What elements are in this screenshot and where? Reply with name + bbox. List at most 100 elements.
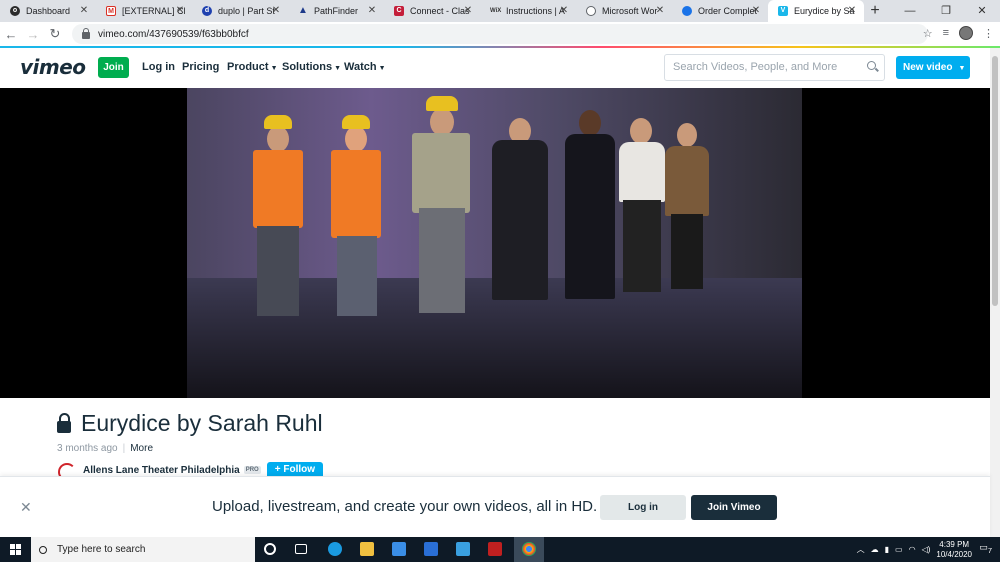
bookmark-star-icon[interactable]: ☆: [923, 27, 933, 40]
safety-vest: [331, 150, 381, 238]
notification-icon[interactable]: ▭7: [979, 542, 992, 555]
chrome-icon: [522, 542, 536, 556]
tab-dashboard[interactable]: o Dashboard ✕: [0, 0, 96, 22]
actor-legs: [623, 200, 661, 292]
mail-icon[interactable]: [424, 542, 438, 556]
battery-icon[interactable]: ▭: [895, 545, 903, 554]
chevron-down-icon: ▼: [378, 65, 386, 72]
page-scrollbar[interactable]: [990, 48, 1000, 537]
close-tab-icon[interactable]: ✕: [462, 5, 474, 16]
system-tray: ︿ ☁ ▮ ▭ ◠ ◁) 4:39 PM 10/4/2020: [857, 537, 972, 562]
search-input[interactable]: Search Videos, People, and More: [664, 54, 885, 81]
close-tab-icon[interactable]: ✕: [270, 5, 282, 16]
tab-microsoft-word[interactable]: Microsoft Wor ✕: [576, 0, 672, 22]
banner-login-button[interactable]: Log in: [600, 495, 686, 520]
file-explorer-icon[interactable]: [360, 542, 374, 556]
close-window-icon[interactable]: ✕: [964, 0, 1000, 22]
forward-icon[interactable]: →: [22, 27, 44, 42]
video-info: Eurydice by Sarah Ruhl 3 months ago | More…: [0, 398, 990, 481]
tab-order-complete[interactable]: Order Complet ✕: [672, 0, 768, 22]
divider: |: [122, 443, 126, 454]
wifi-icon[interactable]: ◠: [909, 545, 916, 554]
scrollbar-thumb[interactable]: [992, 56, 998, 306]
cortana-icon[interactable]: [264, 543, 276, 555]
close-tab-icon[interactable]: ✕: [654, 5, 666, 16]
url-input[interactable]: vimeo.com/437690539/f63bb0bfcf: [72, 24, 928, 44]
task-view-icon[interactable]: [295, 544, 307, 554]
banner-message: Upload, livestream, and create your own …: [212, 498, 598, 515]
media-control-icon[interactable]: ≡: [943, 27, 949, 39]
product-menu[interactable]: Product ▼: [227, 61, 278, 73]
gmail-icon: M: [106, 6, 116, 16]
search-icon[interactable]: [867, 61, 876, 70]
actor-legs: [337, 236, 377, 316]
actor-head: [267, 126, 289, 152]
vimeo-icon: V: [778, 6, 788, 16]
close-tab-icon[interactable]: ✕: [558, 5, 570, 16]
safety-vest: [253, 150, 303, 228]
actor-legs: [671, 214, 703, 289]
vimeo-logo[interactable]: vimeo: [20, 55, 86, 79]
close-tab-icon[interactable]: ✕: [366, 5, 378, 16]
video-frame: [187, 88, 802, 398]
taskbar-search-input[interactable]: Type here to search: [31, 537, 255, 562]
app-l-icon[interactable]: [456, 542, 470, 556]
actor-head: [430, 108, 454, 136]
signup-banner: ✕ Upload, livestream, and create your ow…: [0, 476, 990, 537]
login-link[interactable]: Log in: [142, 61, 175, 73]
restore-icon[interactable]: ❐: [928, 0, 964, 22]
tab-external[interactable]: M [EXTERNAL] Cl ✕: [96, 0, 192, 22]
tab-duplo[interactable]: d duplo | Part St ✕: [192, 0, 288, 22]
close-tab-icon[interactable]: ✕: [846, 5, 858, 16]
chevron-up-icon[interactable]: ︿: [857, 544, 865, 555]
join-button[interactable]: Join: [98, 57, 129, 78]
clock[interactable]: 4:39 PM 10/4/2020: [936, 540, 972, 560]
actor-head: [579, 110, 601, 136]
new-tab-button[interactable]: +: [864, 0, 886, 22]
tab-pathfinder[interactable]: ▲ PathFinder ✕: [288, 0, 384, 22]
video-player[interactable]: [0, 88, 990, 398]
tab-instructions[interactable]: WiX Instructions | A ✕: [480, 0, 576, 22]
usb-icon[interactable]: ▮: [885, 545, 889, 554]
actor-coat: [492, 140, 548, 300]
reload-icon[interactable]: ↻: [44, 26, 66, 42]
edge-icon[interactable]: [328, 542, 342, 556]
solutions-menu[interactable]: Solutions ▼: [282, 61, 341, 73]
actor-suit: [565, 134, 615, 299]
lock-icon: [57, 412, 71, 433]
cloud-icon: [682, 6, 692, 16]
close-icon[interactable]: ✕: [20, 499, 32, 516]
join-vimeo-button[interactable]: Join Vimeo: [691, 495, 777, 520]
more-link[interactable]: More: [130, 443, 153, 454]
owner-name[interactable]: Allens Lane Theater Philadelphia: [83, 465, 240, 476]
wix-icon: WiX: [490, 8, 502, 14]
close-tab-icon[interactable]: ✕: [174, 5, 186, 16]
close-tab-icon[interactable]: ✕: [750, 5, 762, 16]
chevron-down-icon: ▼: [270, 65, 278, 72]
video-title: Eurydice by Sarah Ruhl: [57, 410, 323, 437]
globe-icon: [586, 6, 596, 16]
new-video-button[interactable]: New video ▼: [896, 56, 970, 79]
tab-eurydice[interactable]: V Eurydice by Sa ✕: [768, 0, 864, 22]
onedrive-icon[interactable]: ☁: [871, 545, 879, 554]
minimize-icon[interactable]: —: [892, 0, 928, 22]
close-tab-icon[interactable]: ✕: [78, 5, 90, 16]
lock-icon: [82, 27, 90, 39]
tab-connect[interactable]: C Connect - Clas ✕: [384, 0, 480, 22]
start-button[interactable]: [0, 537, 30, 562]
tab-favicon-icon: o: [10, 6, 20, 16]
volume-icon[interactable]: ◁): [922, 545, 931, 554]
chevron-down-icon: ▼: [958, 65, 966, 72]
actor-shirt: [412, 133, 470, 213]
mcafee-icon[interactable]: [488, 542, 502, 556]
back-icon[interactable]: ←: [0, 27, 22, 42]
watch-menu[interactable]: Watch ▼: [344, 61, 386, 73]
actor-head: [345, 126, 367, 152]
store-icon[interactable]: [392, 542, 406, 556]
vimeo-header: vimeo Join Log in Pricing Product ▼ Solut…: [0, 48, 990, 88]
browser-actions: ☆ ≡ ⋮: [923, 26, 994, 40]
profile-avatar[interactable]: [959, 26, 973, 40]
menu-kebab-icon[interactable]: ⋮: [983, 27, 994, 40]
actor-head: [630, 118, 652, 144]
pricing-link[interactable]: Pricing: [182, 61, 219, 73]
